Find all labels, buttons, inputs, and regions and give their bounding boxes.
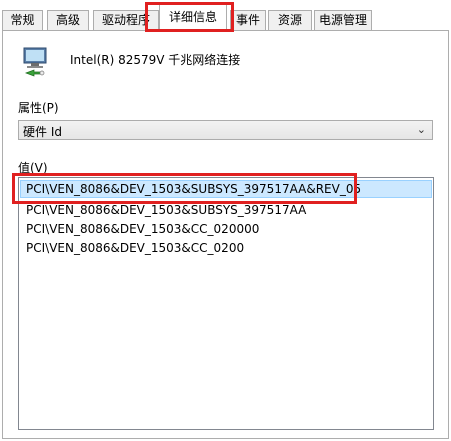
- tab-advanced[interactable]: 高级: [47, 10, 89, 30]
- chevron-down-icon[interactable]: ⌄: [417, 123, 426, 136]
- tab-strip: 常规 高级 驱动程序 详细信息 事件 资源 电源管理: [0, 0, 451, 31]
- device-name: Intel(R) 82579V 千兆网络连接: [70, 53, 241, 67]
- tab-details[interactable]: 详细信息: [159, 4, 227, 31]
- list-item[interactable]: PCI\VEN_8086&DEV_1503&CC_020000: [20, 221, 432, 239]
- property-select[interactable]: 硬件 Id ⌄: [18, 120, 433, 140]
- tab-general[interactable]: 常规: [2, 10, 43, 30]
- tab-driver[interactable]: 驱动程序: [93, 10, 159, 30]
- value-label: 值(V): [18, 161, 48, 175]
- property-selected-value: 硬件 Id: [23, 125, 62, 139]
- list-item[interactable]: PCI\VEN_8086&DEV_1503&SUBSYS_397517AA: [20, 202, 432, 220]
- value-listbox[interactable]: PCI\VEN_8086&DEV_1503&SUBSYS_397517AA&RE…: [18, 177, 434, 430]
- property-label: 属性(P): [18, 101, 59, 115]
- tab-power-management[interactable]: 电源管理: [314, 10, 372, 30]
- tab-events[interactable]: 事件: [230, 10, 266, 30]
- list-item[interactable]: PCI\VEN_8086&DEV_1503&SUBSYS_397517AA&RE…: [20, 180, 432, 198]
- list-item[interactable]: PCI\VEN_8086&DEV_1503&CC_0200: [20, 240, 432, 258]
- tab-resources[interactable]: 资源: [268, 10, 312, 30]
- network-adapter-icon: [22, 46, 48, 78]
